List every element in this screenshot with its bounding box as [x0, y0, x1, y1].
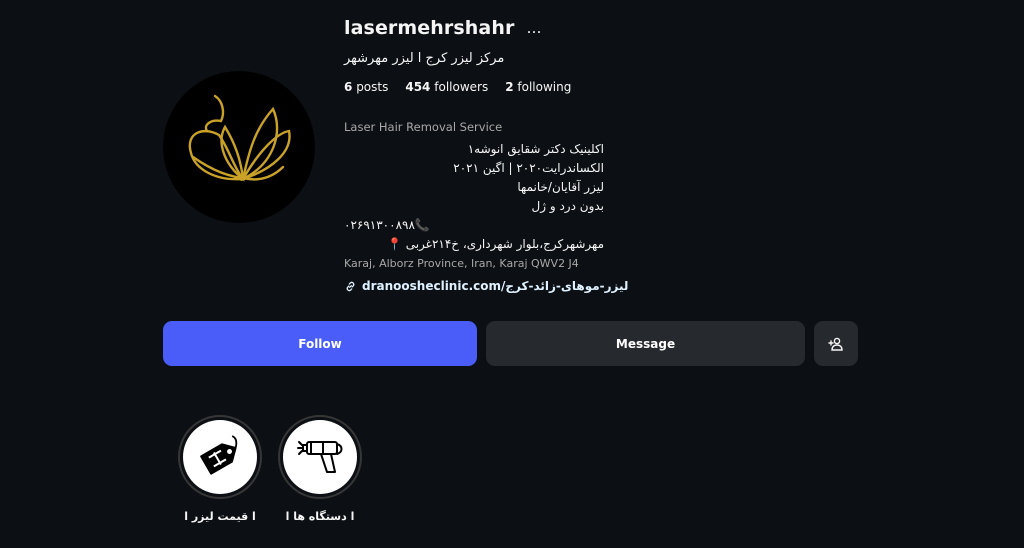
following-count: 2 — [505, 80, 514, 94]
highlight-cover — [183, 420, 257, 494]
posts-label: posts — [356, 80, 389, 94]
person-add-icon — [828, 337, 843, 351]
following-label: following — [517, 80, 572, 94]
bio-line: مهرشهرکرج،بلوار شهرداری، خ۲۱۴غربی 📍 — [386, 237, 604, 251]
link-icon — [346, 281, 355, 291]
followers-stat[interactable]: 454 followers — [405, 78, 488, 96]
profile-address[interactable]: Karaj, Alborz Province, Iran, Karaj QWV2… — [344, 257, 579, 270]
suggested-users-button[interactable] — [814, 321, 858, 366]
username: lasermehrshahr — [344, 17, 515, 39]
bio-line: بدون درد و ژل — [531, 199, 604, 213]
profile-info: lasermehrshahr … مرکز لیزر کرج ا لیزر مه… — [344, 14, 664, 96]
bio-line: الکساندرایت۲۰۲۰ | اگین ۲۰۲۱ — [453, 161, 604, 175]
posts-count: 6 — [344, 80, 353, 94]
follow-label: Follow — [298, 336, 342, 351]
clinic-logo — [188, 94, 291, 182]
profile-bio: اکلینیک دکتر شقایق انوشه۱ الکساندرایت۲۰۲… — [344, 140, 604, 254]
highlight-ring — [278, 415, 362, 499]
message-label: Message — [615, 336, 676, 351]
highlight-item[interactable]: ا دستگاه ها ا — [276, 415, 364, 523]
message-button[interactable]: Message — [486, 321, 805, 366]
price-tag-icon — [200, 435, 238, 475]
username-row: lasermehrshahr … — [344, 14, 664, 42]
highlight-ring — [178, 415, 262, 499]
profile-stats: 6 posts 454 followers 2 following — [344, 78, 664, 96]
bio-line: اکلینیک دکتر شقایق انوشه۱ — [467, 142, 604, 156]
laser-device-icon — [297, 441, 343, 473]
highlight-item[interactable]: ا قیمت لیزر ا — [176, 415, 264, 523]
highlight-cover — [283, 420, 357, 494]
website-link-text[interactable]: dranoosheclinic.com/لیزر-موهای-زائد-کرج — [362, 279, 628, 293]
highlight-label: ا دستگاه ها ا — [285, 510, 355, 523]
full-name: مرکز لیزر کرج ا لیزر مهرشهر — [344, 51, 505, 66]
profile-avatar[interactable] — [163, 71, 315, 223]
followers-label: followers — [434, 80, 489, 94]
following-stat[interactable]: 2 following — [505, 78, 571, 96]
highlight-label: ا قیمت لیزر ا — [184, 510, 256, 523]
bio-line: لیزر آقایان/خانمها — [517, 180, 604, 194]
follow-button[interactable]: Follow — [163, 321, 477, 366]
bio-line: ۰۲۶۹۱۳۰۰۸۹۸📞 — [344, 218, 430, 232]
posts-stat: 6 posts — [344, 78, 388, 96]
profile-website-link[interactable]: dranoosheclinic.com/لیزر-موهای-زائد-کرج — [344, 279, 628, 293]
profile-category: Laser Hair Removal Service — [344, 120, 503, 134]
followers-count: 454 — [405, 80, 431, 94]
more-options-icon[interactable]: … — [526, 19, 542, 37]
